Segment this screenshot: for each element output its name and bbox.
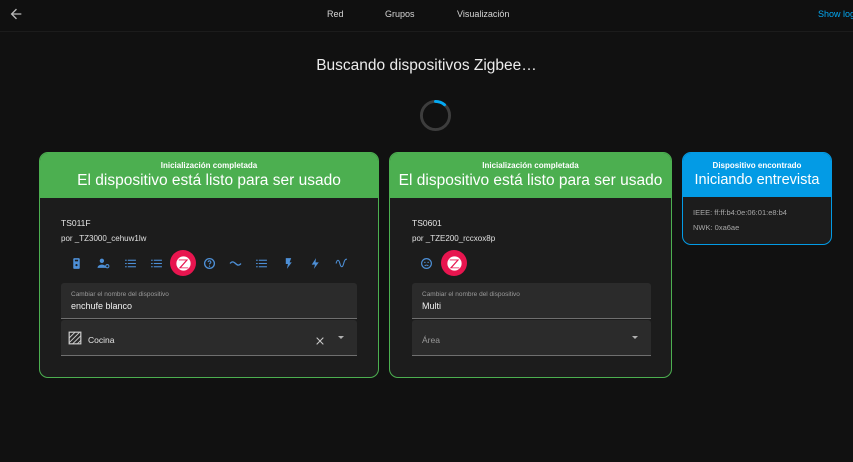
card-status: Inicialización completada bbox=[482, 161, 579, 170]
cluster-icons bbox=[412, 250, 492, 276]
card-status: Inicialización completada bbox=[160, 161, 258, 170]
flash-icon[interactable] bbox=[279, 250, 297, 276]
rename-field-label: Cambiar el nombre del dispositivo bbox=[422, 291, 520, 298]
card-status: Dispositivo encontrado bbox=[712, 161, 802, 170]
dropdown-caret-icon[interactable] bbox=[338, 336, 344, 339]
hatched-area-icon bbox=[68, 331, 82, 350]
card-header: Inicialización completada El dispositivo… bbox=[40, 153, 378, 198]
list-icon[interactable] bbox=[147, 250, 165, 276]
list-icon[interactable] bbox=[121, 250, 139, 276]
cluster-icons bbox=[61, 250, 361, 276]
device-model: TS011F bbox=[61, 218, 91, 228]
device-manufacturer: por _TZE200_rccxox8p bbox=[412, 234, 496, 243]
area-select-placeholder: Área bbox=[422, 335, 440, 345]
area-select-value: Cocina bbox=[88, 335, 115, 345]
card-headline: Iniciando entrevista bbox=[694, 172, 820, 188]
device-manufacturer: por _TZ3000_cehuw1lw bbox=[61, 234, 147, 243]
device-model: TS0601 bbox=[412, 218, 442, 228]
tab-grupos[interactable]: Grupos bbox=[385, 9, 415, 19]
sine-wave-icon[interactable] bbox=[332, 250, 350, 276]
loading-spinner-icon bbox=[419, 99, 452, 132]
list-icon[interactable] bbox=[252, 250, 270, 276]
tab-red[interactable]: Red bbox=[327, 9, 344, 19]
bolt-icon[interactable] bbox=[306, 250, 324, 276]
device-card-ts011f: Inicialización completada El dispositivo… bbox=[39, 152, 379, 378]
card-header: Dispositivo encontrado Iniciando entrevi… bbox=[683, 153, 831, 197]
top-app-bar: Red Grupos Visualización Show logs bbox=[0, 0, 853, 32]
rename-field-value: Multi bbox=[422, 301, 442, 311]
remote-icon[interactable] bbox=[67, 250, 85, 276]
device-card-ts0601: Inicialización completada El dispositivo… bbox=[389, 152, 672, 378]
help-icon[interactable] bbox=[200, 250, 218, 276]
zigbee-logo-icon[interactable] bbox=[170, 250, 196, 276]
card-headline: El dispositivo está listo para ser usado bbox=[77, 172, 341, 189]
device-card-interviewing: Dispositivo encontrado Iniciando entrevi… bbox=[682, 152, 832, 245]
rename-field-value: enchufe blanco bbox=[71, 301, 133, 311]
searching-status: Buscando dispositivos Zigbee… bbox=[316, 57, 537, 74]
clear-icon[interactable] bbox=[315, 333, 325, 351]
ieee-address: IEEE: ff:ff:b4:0e:06:01:e8:b4 bbox=[693, 208, 787, 217]
card-headline: El dispositivo está listo para ser usado bbox=[398, 172, 663, 189]
dropdown-caret-icon[interactable] bbox=[632, 336, 638, 339]
rename-field-label: Cambiar el nombre del dispositivo bbox=[71, 291, 169, 298]
user-settings-icon[interactable] bbox=[94, 250, 112, 276]
card-header: Inicialización completada El dispositivo… bbox=[390, 153, 671, 198]
area-select[interactable]: Área bbox=[412, 320, 651, 356]
nwk-address: NWK: 0xa6ae bbox=[693, 223, 740, 232]
rename-field[interactable]: Cambiar el nombre del dispositivo enchuf… bbox=[61, 283, 357, 319]
back-arrow-icon[interactable] bbox=[8, 6, 24, 22]
rename-field[interactable]: Cambiar el nombre del dispositivo Multi bbox=[412, 283, 651, 319]
area-select[interactable]: Cocina bbox=[61, 320, 357, 356]
face-sad-icon[interactable] bbox=[417, 250, 435, 276]
wave-icon[interactable] bbox=[226, 250, 244, 276]
show-logs-button[interactable]: Show logs bbox=[818, 9, 853, 19]
tab-visualizacion[interactable]: Visualización bbox=[457, 9, 509, 19]
zigbee-logo-icon[interactable] bbox=[441, 250, 467, 276]
